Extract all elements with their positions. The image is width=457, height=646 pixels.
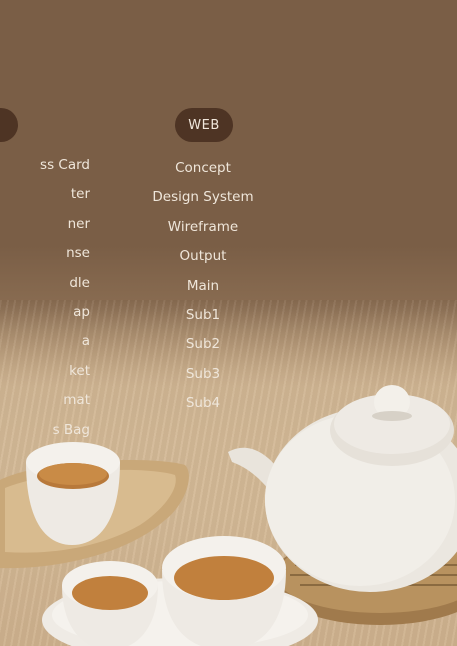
left-menu-item[interactable]: a [0, 331, 90, 360]
web-menu-item-design-system[interactable]: Design System [140, 187, 266, 216]
teacup-icon [162, 536, 286, 646]
web-menu-item-sub3[interactable]: Sub3 [140, 364, 266, 393]
left-menu-item[interactable]: ner [0, 214, 90, 243]
left-menu-list: ss Card ter ner nse dle ap a ket mat s B… [0, 155, 90, 449]
web-menu-item-sub4[interactable]: Sub4 [140, 393, 266, 422]
left-menu-item[interactable]: nse [0, 243, 90, 272]
web-menu-item-wireframe[interactable]: Wireframe [140, 217, 266, 246]
web-menu-item-main[interactable]: Main [140, 276, 266, 305]
web-menu-item-concept[interactable]: Concept [140, 158, 266, 187]
left-menu-item[interactable]: s Bag [0, 420, 90, 449]
category-pill-web[interactable]: WEB [175, 108, 233, 142]
web-menu-list: Concept Design System Wireframe Output M… [140, 158, 266, 423]
web-menu-item-output[interactable]: Output [140, 246, 266, 275]
left-menu-item[interactable]: ter [0, 184, 90, 213]
left-menu-item[interactable]: mat [0, 390, 90, 419]
web-menu-item-sub2[interactable]: Sub2 [140, 334, 266, 363]
left-menu-item[interactable]: dle [0, 273, 90, 302]
web-menu-item-sub1[interactable]: Sub1 [140, 305, 266, 334]
left-menu-item[interactable]: ap [0, 302, 90, 331]
category-pill-label: WEB [188, 117, 220, 133]
background: X ss Card ter ner nse dle ap a ket mat s… [0, 0, 457, 646]
teacup-icon [62, 561, 158, 646]
left-menu-item[interactable]: ss Card [0, 155, 90, 184]
left-menu-item[interactable]: ket [0, 361, 90, 390]
